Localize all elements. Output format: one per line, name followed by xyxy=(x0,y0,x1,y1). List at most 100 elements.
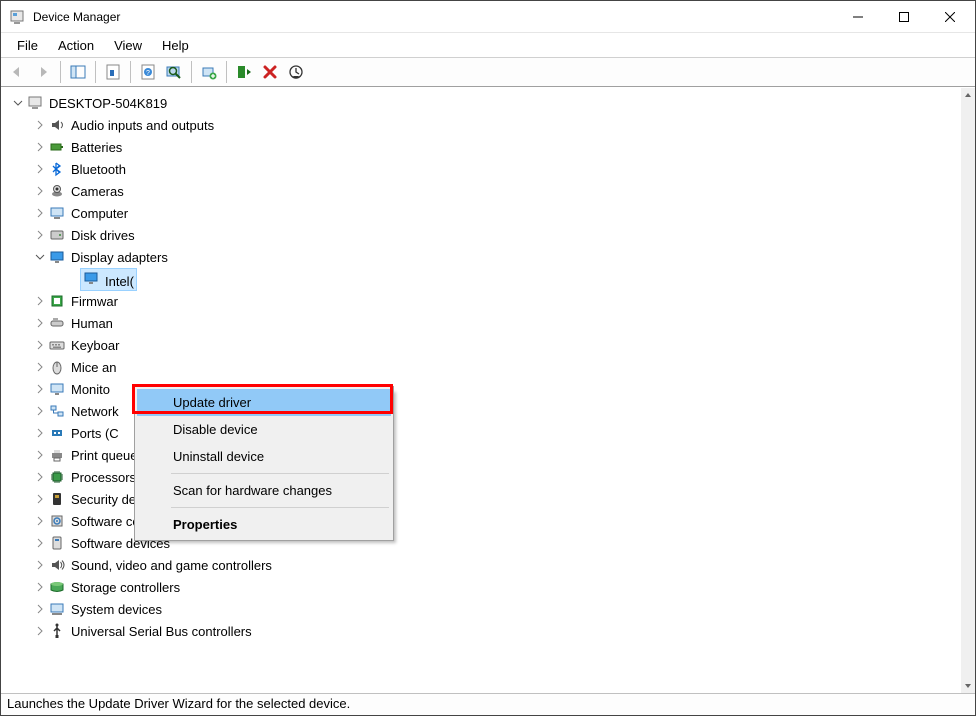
close-button[interactable] xyxy=(927,2,973,32)
tree-category[interactable]: Cameras xyxy=(7,180,961,202)
expand-icon[interactable] xyxy=(33,206,47,220)
window-title: Device Manager xyxy=(33,10,835,24)
monitor-icon xyxy=(49,381,65,397)
help-button[interactable]: ? xyxy=(136,60,160,84)
tree-category[interactable]: Sound, video and game controllers xyxy=(7,554,961,576)
tree-category[interactable]: Human xyxy=(7,312,961,334)
tree-category-label: Monito xyxy=(71,382,110,397)
toolbar-separator xyxy=(60,61,61,83)
scroll-down-button[interactable] xyxy=(961,679,975,693)
tree-device[interactable]: Intel( xyxy=(7,268,961,290)
expand-icon[interactable] xyxy=(33,558,47,572)
audio-icon xyxy=(49,117,65,133)
tree-category[interactable]: Disk drives xyxy=(7,224,961,246)
tree-category[interactable]: System devices xyxy=(7,598,961,620)
expand-icon[interactable] xyxy=(33,514,47,528)
expand-icon[interactable] xyxy=(33,162,47,176)
device-manager-icon xyxy=(9,9,25,25)
firmware-icon xyxy=(49,293,65,309)
disk-icon xyxy=(49,227,65,243)
context-menu-separator xyxy=(171,473,389,474)
expand-icon[interactable] xyxy=(33,602,47,616)
tree-category-label: Firmwar xyxy=(71,294,118,309)
context-menu: Update driverDisable deviceUninstall dev… xyxy=(134,386,394,541)
expand-icon[interactable] xyxy=(33,404,47,418)
expand-icon[interactable] xyxy=(33,184,47,198)
menu-view[interactable]: View xyxy=(104,36,152,55)
tree-category[interactable]: Audio inputs and outputs xyxy=(7,114,961,136)
context-menu-item[interactable]: Properties xyxy=(137,511,391,538)
expand-icon[interactable] xyxy=(33,140,47,154)
collapse-icon[interactable] xyxy=(11,96,25,110)
tree-root-label: DESKTOP-504K819 xyxy=(49,96,167,111)
vertical-scrollbar[interactable] xyxy=(961,88,975,693)
system-icon xyxy=(49,601,65,617)
display-icon xyxy=(83,270,99,286)
expand-icon[interactable] xyxy=(33,360,47,374)
expand-icon[interactable] xyxy=(33,316,47,330)
tree-category-label: Human xyxy=(71,316,113,331)
tree-category[interactable]: Batteries xyxy=(7,136,961,158)
expand-icon[interactable] xyxy=(33,580,47,594)
toolbar-separator xyxy=(130,61,131,83)
maximize-button[interactable] xyxy=(881,2,927,32)
expand-icon[interactable] xyxy=(33,492,47,506)
context-menu-item[interactable]: Update driver xyxy=(137,389,391,416)
disable-device-button[interactable] xyxy=(284,60,308,84)
tree-pane: DESKTOP-504K819 Audio inputs and outputs… xyxy=(1,87,975,693)
uninstall-device-button[interactable] xyxy=(258,60,282,84)
expand-icon[interactable] xyxy=(33,470,47,484)
collapse-icon[interactable] xyxy=(33,250,47,264)
forward-button[interactable] xyxy=(31,60,55,84)
display-icon xyxy=(49,249,65,265)
minimize-button[interactable] xyxy=(835,2,881,32)
expand-icon[interactable] xyxy=(33,624,47,638)
tree-category-label: Mice an xyxy=(71,360,117,375)
camera-icon xyxy=(49,183,65,199)
tree-category-label: Universal Serial Bus controllers xyxy=(71,624,252,639)
show-hide-console-button[interactable] xyxy=(66,60,90,84)
scroll-track[interactable] xyxy=(961,102,975,679)
tree-category[interactable]: Keyboar xyxy=(7,334,961,356)
context-menu-item[interactable]: Scan for hardware changes xyxy=(137,477,391,504)
enable-device-button[interactable] xyxy=(232,60,256,84)
scroll-up-button[interactable] xyxy=(961,88,975,102)
keyboard-icon xyxy=(49,337,65,353)
tree-category-label: Batteries xyxy=(71,140,122,155)
expand-icon[interactable] xyxy=(33,294,47,308)
menu-help[interactable]: Help xyxy=(152,36,199,55)
tree-category[interactable]: Storage controllers xyxy=(7,576,961,598)
expand-icon[interactable] xyxy=(33,118,47,132)
status-bar: Launches the Update Driver Wizard for th… xyxy=(1,693,975,715)
expand-icon[interactable] xyxy=(33,382,47,396)
scan-hardware-button[interactable] xyxy=(162,60,186,84)
security-icon xyxy=(49,491,65,507)
back-button[interactable] xyxy=(5,60,29,84)
tree-category[interactable]: Bluetooth xyxy=(7,158,961,180)
tree-category[interactable]: Universal Serial Bus controllers xyxy=(7,620,961,642)
context-menu-item[interactable]: Disable device xyxy=(137,416,391,443)
context-menu-item[interactable]: Uninstall device xyxy=(137,443,391,470)
tree-category[interactable]: Display adapters xyxy=(7,246,961,268)
tree-category-label: Sound, video and game controllers xyxy=(71,558,272,573)
tree-category[interactable]: Firmwar xyxy=(7,290,961,312)
toolbar-separator xyxy=(95,61,96,83)
expand-icon[interactable] xyxy=(33,536,47,550)
tree-device-label: Intel( xyxy=(105,274,134,289)
menu-action[interactable]: Action xyxy=(48,36,104,55)
tree-category-label: Bluetooth xyxy=(71,162,126,177)
tree-spacer xyxy=(65,272,79,286)
toolbar-separator xyxy=(191,61,192,83)
expand-icon[interactable] xyxy=(33,448,47,462)
tree-category[interactable]: Mice an xyxy=(7,356,961,378)
expand-icon[interactable] xyxy=(33,426,47,440)
toolbar-separator xyxy=(226,61,227,83)
context-menu-separator xyxy=(171,507,389,508)
tree-root[interactable]: DESKTOP-504K819 xyxy=(7,92,961,114)
tree-category[interactable]: Computer xyxy=(7,202,961,224)
update-driver-button[interactable] xyxy=(197,60,221,84)
menu-file[interactable]: File xyxy=(7,36,48,55)
expand-icon[interactable] xyxy=(33,228,47,242)
properties-button[interactable] xyxy=(101,60,125,84)
expand-icon[interactable] xyxy=(33,338,47,352)
